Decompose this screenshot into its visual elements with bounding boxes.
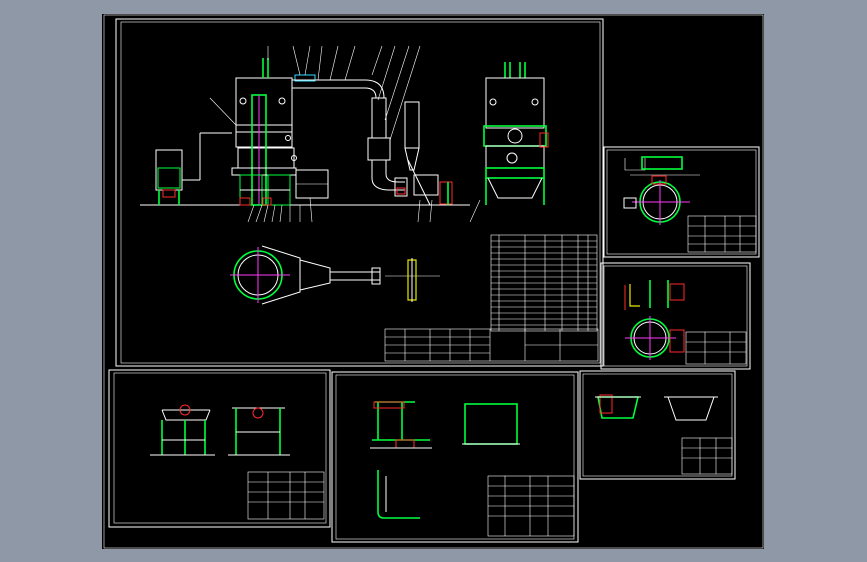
cad-drawing-viewport[interactable]	[0, 0, 867, 562]
drawing-sheet-background	[102, 14, 764, 549]
